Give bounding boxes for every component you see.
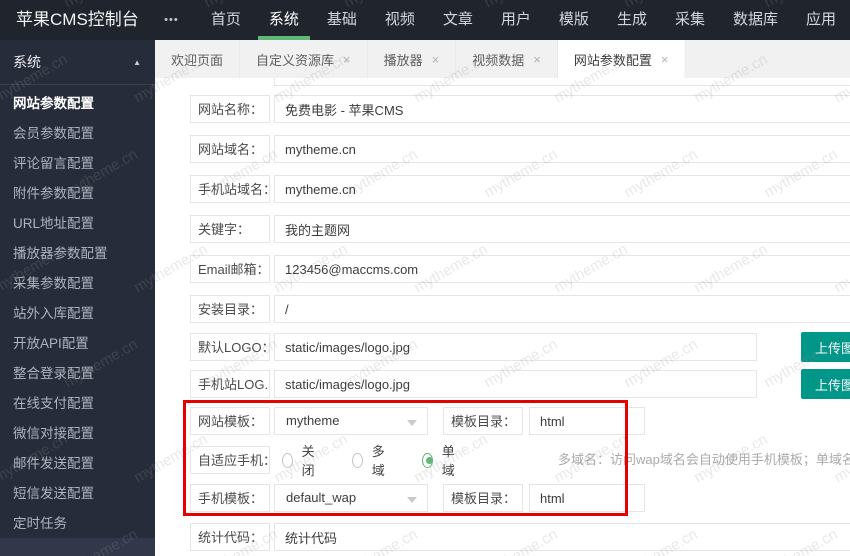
radio-icon [282,452,293,468]
nav-item-basic[interactable]: 基础 [316,0,368,40]
sidebar: 系统 ▲ 网站参数配置 会员参数配置 评论留言配置 附件参数配置 URL地址配置… [0,40,155,556]
tab-label: 自定义资源库 [256,52,335,68]
field-label: 统计代码： [190,523,270,551]
sidebar-item-api-config[interactable]: 开放API配置 [0,329,155,359]
site-params-form: 网站名称： 网站域名： 手机站域名： 关键字： Email邮箱： 安装目录： 默… [155,78,850,556]
radio-icon [352,452,363,468]
install-dir-input[interactable] [274,295,850,323]
tab-custom-resource[interactable]: 自定义资源库 × [240,40,368,78]
sidebar-item-site-params[interactable]: 网站参数配置 [0,89,155,119]
nav-item-app[interactable]: 应用 [795,0,847,40]
upload-image-button[interactable]: 上传图片 [801,332,850,362]
clipped-row-above [274,78,850,86]
sidebar-menu: 网站参数配置 会员参数配置 评论留言配置 附件参数配置 URL地址配置 播放器参… [0,85,155,539]
caret-up-icon: ▲ [133,57,141,67]
tab-label: 视频数据 [472,52,525,68]
radio-icon [422,452,433,468]
email-input[interactable] [274,255,850,283]
sidebar-item-login-config[interactable]: 整合登录配置 [0,359,155,389]
field-label: 手机站域名： [190,175,270,203]
sidebar-item-collect-config[interactable]: 采集参数配置 [0,269,155,299]
upload-image-button[interactable]: 上传图片 [801,369,850,399]
sidebar-item-player-config[interactable]: 播放器参数配置 [0,239,155,269]
stat-code-input[interactable] [274,523,850,551]
field-label: 手机站LOG... [190,370,270,398]
field-label: 安装目录： [190,295,270,323]
maccms-admin-page: 苹果CMS控制台 ••• 首页 系统 基础 视频 文章 用户 模版 生成 采集 … [0,0,850,556]
nav-item-system[interactable]: 系统 [257,0,310,40]
site-domain-input[interactable] [274,135,850,163]
radio-multi-domain[interactable]: 多域 [352,441,389,479]
field-label: 默认LOGO： [190,333,270,361]
field-label: 网站名称： [190,95,270,123]
sidebar-item-wechat-config[interactable]: 微信对接配置 [0,419,155,449]
keywords-input[interactable] [274,215,850,243]
tab-label: 播放器 [383,52,423,68]
site-template-select[interactable]: mytheme [274,407,428,435]
close-icon[interactable]: × [432,52,440,67]
collapse-menu-icon[interactable]: ••• [164,0,197,40]
field-label: 自适应手机： [190,446,270,474]
default-logo-input[interactable] [274,333,757,361]
close-icon[interactable]: × [661,52,669,67]
field-label: Email邮箱： [190,255,270,283]
tab-label: 欢迎页面 [171,52,224,68]
nav-item-template[interactable]: 模版 [548,0,600,40]
field-label: 关键字： [190,215,270,243]
sidebar-item-payment-config[interactable]: 在线支付配置 [0,389,155,419]
sidebar-section-label: 系统 [13,53,41,70]
radio-single-domain[interactable]: 单域 [422,441,459,479]
close-icon[interactable]: × [343,52,351,67]
tab-bar: 欢迎页面 自定义资源库 × 播放器 × 视频数据 × 网站参数配置 × [155,40,850,78]
chevron-down-icon [407,497,417,503]
sidebar-bottom-strip [0,538,155,556]
tab-site-params[interactable]: 网站参数配置 × [557,40,686,78]
nav-item-home[interactable]: 首页 [200,0,252,40]
nav-item-database[interactable]: 数据库 [722,0,789,40]
site-template-dir-input[interactable] [529,407,645,435]
adaptive-mobile-radio-group: 关闭 多域 单域 [282,444,492,478]
app-title: 苹果CMS控制台 [16,10,139,29]
sidebar-item-url-config[interactable]: URL地址配置 [0,209,155,239]
sidebar-item-member-params[interactable]: 会员参数配置 [0,119,155,149]
mobile-domain-input[interactable] [274,175,850,203]
sidebar-item-external-config[interactable]: 站外入库配置 [0,299,155,329]
site-name-input[interactable] [274,95,850,123]
nav-item-user[interactable]: 用户 [490,0,542,40]
field-label: 模板目录： [443,484,523,512]
field-label: 网站模板： [190,407,270,435]
sidebar-section-system[interactable]: 系统 ▲ [0,40,155,85]
selected-value: default_wap [286,490,357,505]
mobile-template-dir-input[interactable] [529,484,645,512]
mobile-template-select[interactable]: default_wap [274,484,428,512]
nav-item-article[interactable]: 文章 [432,0,484,40]
tab-video-data[interactable]: 视频数据 × [456,40,558,78]
tab-welcome[interactable]: 欢迎页面 [155,40,240,78]
mobile-logo-input[interactable] [274,370,757,398]
tab-player[interactable]: 播放器 × [368,40,457,78]
sidebar-item-comment-config[interactable]: 评论留言配置 [0,149,155,179]
sidebar-item-email-config[interactable]: 邮件发送配置 [0,449,155,479]
field-label: 手机模板： [190,484,270,512]
sidebar-item-sms-config[interactable]: 短信发送配置 [0,479,155,509]
tab-label: 网站参数配置 [573,52,652,68]
top-nav: 首页 系统 基础 视频 文章 用户 模版 生成 采集 数据库 应用 [197,0,850,40]
field-label: 模板目录： [443,407,523,435]
close-icon[interactable]: × [533,52,541,67]
nav-item-generate[interactable]: 生成 [606,0,658,40]
top-bar: 苹果CMS控制台 ••• 首页 系统 基础 视频 文章 用户 模版 生成 采集 … [0,0,850,40]
selected-value: mytheme [286,413,340,428]
sidebar-item-cron-task[interactable]: 定时任务 [0,509,155,539]
chevron-down-icon [407,420,417,426]
field-label: 网站域名： [190,135,270,163]
sidebar-item-attachment-config[interactable]: 附件参数配置 [0,179,155,209]
adaptive-mobile-hint: 多域名：访问wap域名会自动使用手机模板；单域名：手机访问 [558,452,850,467]
nav-item-collect[interactable]: 采集 [664,0,716,40]
radio-close[interactable]: 关闭 [282,441,319,479]
nav-item-video[interactable]: 视频 [374,0,426,40]
